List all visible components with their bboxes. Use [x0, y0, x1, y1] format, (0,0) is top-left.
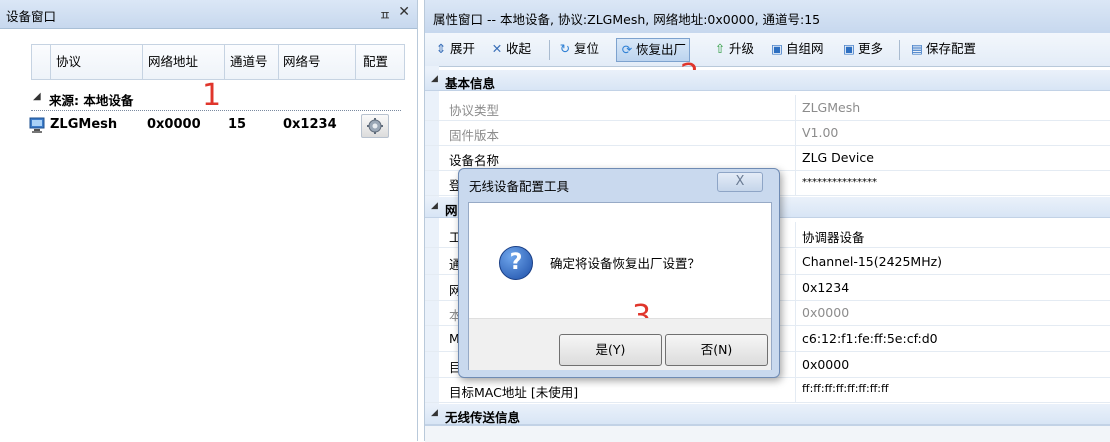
section-wireless-info[interactable]: ◢ 无线传送信息 — [425, 404, 1110, 425]
column-divider — [795, 249, 796, 274]
column-divider — [795, 222, 796, 247]
device-window-titlebar: 设备窗口 ㅍ ✕ — [0, 0, 417, 29]
device-config-button[interactable] — [361, 114, 389, 138]
expand-icon: ⇕ — [435, 41, 447, 56]
property-value[interactable]: c6:12:f1:fe:ff:5e:cf:d0 — [802, 331, 938, 346]
confirm-dialog: 无线设备配置工具 X ? 确定将设备恢复出厂设置？ 3 是(Y) 否(N) — [458, 168, 780, 378]
column-channel[interactable]: 通道号 — [225, 45, 279, 79]
section-title: 基本信息 — [445, 76, 496, 91]
reset-icon: ↻ — [559, 41, 571, 56]
property-value[interactable]: 0x0000 — [802, 357, 849, 372]
section-title: 无线传送信息 — [445, 410, 521, 425]
device-row[interactable]: ZLGMesh 0x0000 15 0x1234 — [28, 113, 404, 139]
dialog-body: ? 确定将设备恢复出厂设置？ 3 是(Y) 否(N) — [468, 202, 772, 370]
device-channel: 15 — [228, 117, 247, 132]
column-divider — [795, 275, 796, 300]
collapse-button[interactable]: ✕ 收起 — [487, 38, 534, 60]
device-computer-icon — [29, 117, 45, 133]
property-toolbar: ⇕ 展开 ✕ 收起 ↻ 复位 ⟳ 恢复出厂 ⇧ 升级 ▣ 自组网 ▣ 更多 ▤ 保存配置 — [425, 33, 1110, 67]
question-icon: ? — [499, 246, 533, 280]
factory-reset-icon: ⟳ — [621, 42, 633, 57]
dialog-close-button[interactable]: X — [717, 172, 763, 192]
property-row[interactable]: 协议类型 ZLGMesh — [425, 95, 1110, 121]
property-value[interactable]: ZLG Device — [802, 150, 874, 165]
column-divider — [795, 170, 796, 195]
device-grid-header: 协议 网络地址 通道号 网络号 配置 — [31, 44, 405, 80]
toolbar-separator — [549, 40, 550, 60]
more-button[interactable]: ▣ 更多 — [839, 38, 886, 60]
collapse-icon: ✕ — [491, 41, 503, 56]
device-window-panel: 设备窗口 ㅍ ✕ 协议 网络地址 通道号 网络号 配置 ◢ 来源: 本地设备 1… — [0, 0, 418, 441]
expand-button[interactable]: ⇕ 展开 — [431, 38, 478, 60]
section-collapse-icon[interactable]: ◢ — [431, 201, 438, 211]
group-collapse-icon[interactable]: ◢ — [33, 91, 41, 102]
device-protocol: ZLGMesh — [50, 117, 118, 132]
pin-icon[interactable]: ㅍ — [379, 5, 391, 24]
dialog-title: 无线设备配置工具 — [469, 179, 570, 194]
column-divider — [795, 300, 796, 325]
more-icon: ▣ — [843, 41, 855, 56]
group-divider — [31, 110, 401, 111]
property-value: 0x0000 — [802, 305, 850, 320]
section-collapse-icon[interactable]: ◢ — [431, 74, 438, 84]
column-divider — [795, 377, 796, 402]
close-icon[interactable]: ✕ — [398, 4, 410, 20]
section-basic-info[interactable]: ◢ 基本信息 — [425, 70, 1110, 91]
property-window-title: 属性窗口 -- 本地设备, 协议:ZLGMesh, 网络地址:0x0000, 通… — [433, 12, 821, 27]
no-button[interactable]: 否(N) — [665, 334, 768, 366]
property-value[interactable]: ff:ff:ff:ff:ff:ff:ff:ff — [802, 382, 889, 395]
column-address[interactable]: 网络地址 — [143, 45, 225, 79]
column-protocol[interactable]: 协议 — [50, 45, 143, 79]
section-collapse-icon[interactable]: ◢ — [431, 408, 438, 418]
property-row[interactable]: 目标MAC地址 [未使用] ff:ff:ff:ff:ff:ff:ff:ff — [425, 377, 1110, 403]
property-key: 固件版本 — [449, 128, 500, 143]
property-value[interactable]: *************** — [802, 177, 877, 188]
column-divider — [795, 145, 796, 170]
device-network: 0x1234 — [283, 117, 337, 132]
upgrade-icon: ⇧ — [714, 41, 726, 56]
save-icon: ▤ — [911, 41, 923, 56]
mesh-icon: ▣ — [771, 41, 783, 56]
property-value: ZLGMesh — [802, 100, 861, 115]
property-value[interactable]: Channel-15(2425MHz) — [802, 254, 942, 269]
grid-header-spacer — [32, 45, 51, 79]
device-window-title: 设备窗口 — [6, 9, 57, 24]
section-title: 网 — [445, 203, 458, 218]
property-row[interactable]: 固件版本 V1.00 — [425, 120, 1110, 146]
column-divider — [795, 352, 796, 377]
property-key: 协议类型 — [449, 103, 500, 118]
column-network[interactable]: 网络号 — [279, 45, 356, 79]
reset-button[interactable]: ↻ 复位 — [555, 38, 602, 60]
property-key: 目标MAC地址 [未使用] — [449, 385, 579, 400]
factory-reset-button[interactable]: ⟳ 恢复出厂 — [616, 38, 691, 62]
annotation-1: 1 — [202, 78, 222, 113]
property-description-area — [425, 425, 1110, 442]
property-key: 设备名称 — [449, 153, 500, 168]
save-config-button[interactable]: ▤ 保存配置 — [907, 38, 979, 60]
close-icon: X — [735, 174, 745, 189]
column-divider — [795, 95, 796, 120]
column-config[interactable]: 配置 — [356, 45, 404, 79]
toolbar-separator — [899, 40, 900, 60]
upgrade-button[interactable]: ⇧ 升级 — [710, 38, 757, 60]
property-value: V1.00 — [802, 125, 839, 140]
dialog-message: 确定将设备恢复出厂设置？ — [550, 256, 701, 271]
column-divider — [795, 120, 796, 145]
gear-icon — [367, 118, 383, 134]
yes-button[interactable]: 是(Y) — [559, 334, 662, 366]
group-label: 来源: 本地设备 — [49, 93, 134, 108]
property-value[interactable]: 0x1234 — [802, 280, 849, 295]
device-address: 0x0000 — [147, 117, 201, 132]
property-value[interactable]: 协调器设备 — [802, 227, 865, 246]
column-divider — [795, 326, 796, 351]
property-window-titlebar: 属性窗口 -- 本地设备, 协议:ZLGMesh, 网络地址:0x0000, 通… — [425, 0, 1110, 34]
mesh-network-button[interactable]: ▣ 自组网 — [767, 38, 827, 60]
